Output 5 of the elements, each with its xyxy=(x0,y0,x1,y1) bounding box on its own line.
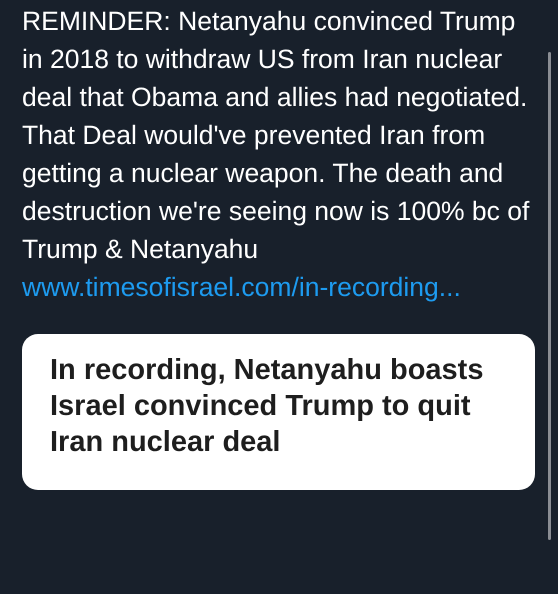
article-link[interactable]: www.timesofisrael.com/in-recording... xyxy=(22,272,461,302)
article-headline: In recording, Netanyahu boasts Israel convinced Trump to quit Iran nuclear deal xyxy=(50,353,484,460)
link-preview-card[interactable]: In recording, Netanyahu boasts Israel convinced Trump to quit Iran nuclear deal xyxy=(22,334,535,490)
post-text: REMINDER: Netanyahu convinced Trump in 2018 to withdraw US from Iran nuclear deal that Obama and allies had negotiated. That Deal would've prevented Iran from getting a nuclear weapon. The death and destruction we're seeing now is 100% bc of Trump & Netanyahu www.timesofisrael.com/in-recording... xyxy=(22,5,530,304)
scrollbar[interactable] xyxy=(548,52,551,540)
